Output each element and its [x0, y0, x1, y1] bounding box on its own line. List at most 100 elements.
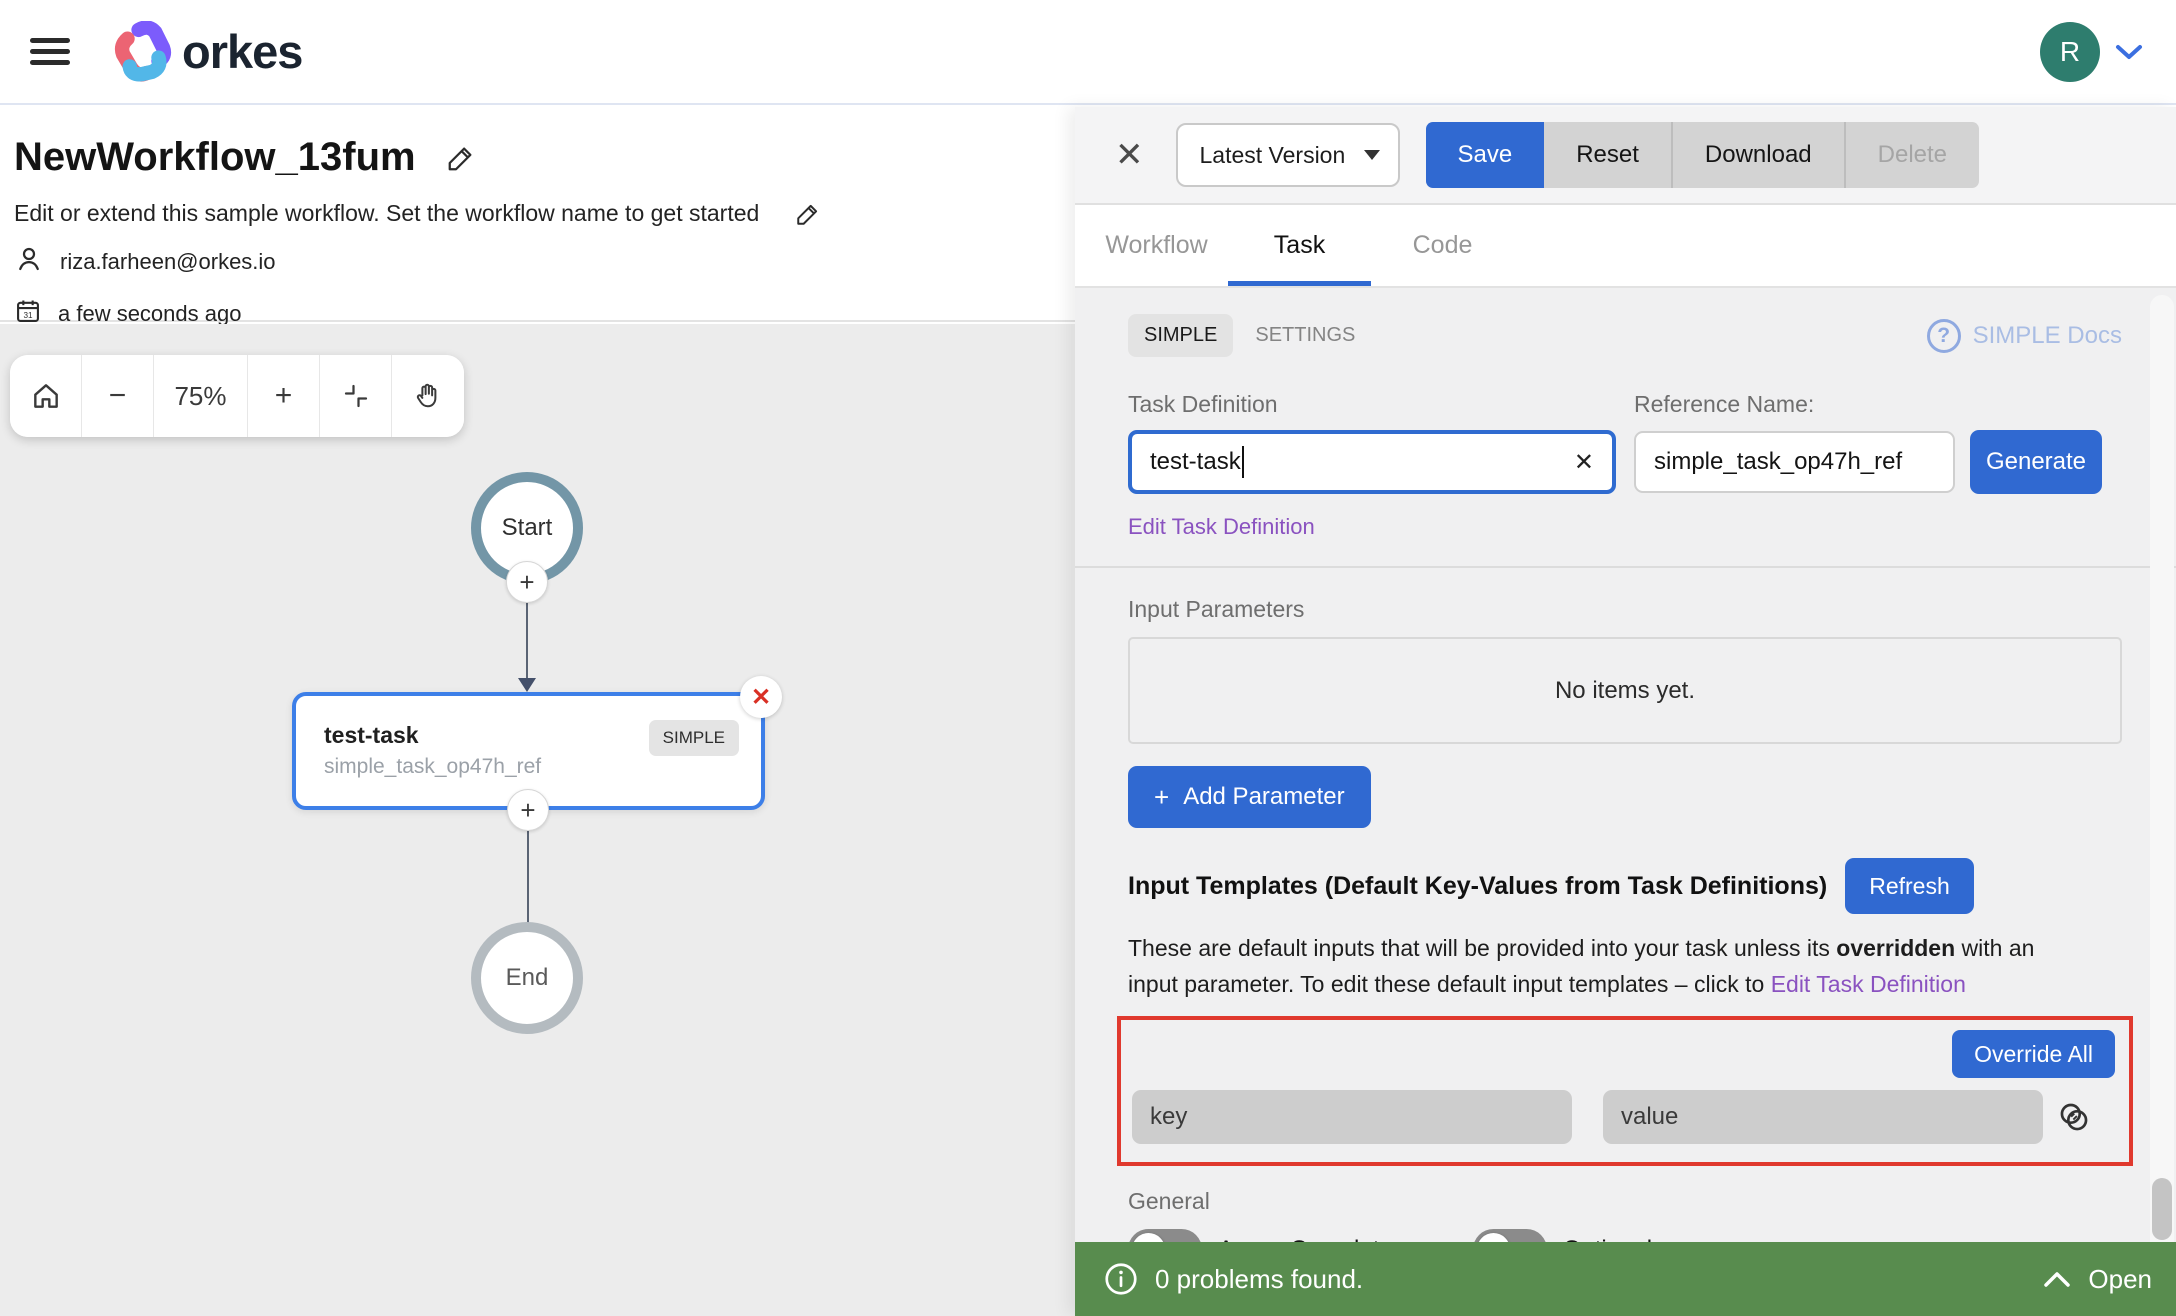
end-node[interactable]: End — [471, 922, 583, 1034]
task-config-panel: ✕ Latest Version Save Reset Download Del… — [1075, 107, 2176, 1316]
panel-tabs: Workflow Task Code — [1075, 205, 2176, 288]
refresh-button[interactable]: Refresh — [1845, 858, 1974, 914]
version-selector[interactable]: Latest Version — [1176, 123, 1400, 187]
override-link-icon[interactable] — [2055, 1098, 2093, 1136]
task-type-badge: SIMPLE — [649, 720, 739, 756]
input-templates-heading: Input Templates (Default Key-Values from… — [1128, 872, 1827, 901]
avatar-initial: R — [2060, 36, 2080, 68]
override-all-button[interactable]: Override All — [1952, 1030, 2115, 1078]
general-label: General — [1128, 1188, 2122, 1215]
description-bold: overridden — [1836, 935, 1955, 961]
fit-view-button[interactable] — [320, 355, 392, 437]
subtab-settings[interactable]: SETTINGS — [1255, 324, 1355, 347]
end-node-label: End — [506, 964, 549, 992]
save-button[interactable]: Save — [1426, 122, 1545, 188]
plus-icon: + — [520, 795, 535, 826]
reference-name-label: Reference Name: — [1634, 391, 2122, 418]
logo-text: orkes — [182, 24, 302, 79]
panel-content: SIMPLE SETTINGS ? SIMPLE Docs Task Defin… — [1075, 290, 2176, 1242]
tab-code[interactable]: Code — [1371, 205, 1514, 286]
close-icon: ✕ — [751, 683, 771, 712]
problems-status-bar: 0 problems found. Open — [1075, 1242, 2176, 1316]
input-templates-description: These are default inputs that will be pr… — [1128, 930, 2088, 1002]
plus-icon: + — [275, 379, 293, 413]
add-task-after-task-button[interactable]: + — [507, 789, 549, 831]
zoom-out-button[interactable]: − — [82, 355, 154, 437]
reference-name-input[interactable] — [1634, 431, 1955, 493]
workflow-subtitle: Edit or extend this sample workflow. Set… — [14, 200, 759, 227]
problems-message: 0 problems found. — [1155, 1264, 1363, 1295]
plus-icon: + — [1154, 782, 1169, 813]
input-parameters-empty: No items yet. — [1128, 637, 2122, 744]
edit-title-pencil-icon[interactable] — [446, 143, 476, 173]
home-fit-button[interactable] — [10, 355, 82, 437]
workflow-info: NewWorkflow_13fum Edit or extend this sa… — [0, 107, 1075, 322]
svg-text:31: 31 — [23, 311, 33, 320]
workflow-actions: Save Reset Download Delete — [1426, 122, 1980, 188]
owner-email: riza.farheen@orkes.io — [60, 249, 276, 275]
task-node-ref: simple_task_op47h_ref — [324, 755, 761, 779]
empty-text: No items yet. — [1555, 677, 1695, 705]
open-label: Open — [2088, 1264, 2152, 1295]
clear-input-icon[interactable]: ✕ — [1574, 448, 1594, 477]
chevron-down-icon — [1364, 150, 1380, 160]
workflow-canvas[interactable]: − 75% + Start + test-task simple_task_op… — [0, 324, 1075, 1316]
orkes-logo-icon — [112, 21, 174, 83]
remove-task-button[interactable]: ✕ — [740, 676, 782, 718]
edit-description-pencil-icon[interactable] — [795, 201, 821, 227]
start-node-label: Start — [502, 514, 553, 542]
open-problems-button[interactable]: Open — [2042, 1264, 2152, 1295]
add-task-after-start-button[interactable]: + — [506, 561, 548, 603]
optional-toggle[interactable] — [1473, 1229, 1547, 1242]
subtab-simple[interactable]: SIMPLE — [1128, 314, 1233, 357]
template-value-input — [1603, 1090, 2043, 1144]
edit-task-definition-link[interactable]: Edit Task Definition — [1128, 514, 1315, 540]
description-text: These are default inputs that will be pr… — [1128, 935, 1836, 961]
download-button[interactable]: Download — [1671, 122, 1844, 188]
avatar[interactable]: R — [2040, 22, 2100, 82]
top-bar: orkes R — [0, 0, 2176, 105]
async-complete-toggle[interactable] — [1128, 1229, 1202, 1242]
generate-button[interactable]: Generate — [1970, 430, 2102, 494]
delete-button: Delete — [1844, 122, 1979, 188]
zoom-in-button[interactable]: + — [248, 355, 320, 437]
orkes-logo: orkes — [112, 21, 302, 83]
plus-icon: + — [519, 567, 534, 598]
template-key-input — [1132, 1090, 1572, 1144]
question-icon: ? — [1927, 319, 1961, 353]
fit-view-icon — [341, 381, 371, 411]
tab-task[interactable]: Task — [1228, 205, 1371, 286]
input-templates-highlight-box: Override All — [1117, 1016, 2133, 1166]
arrowhead-icon — [518, 678, 536, 692]
workflow-title: NewWorkflow_13fum — [14, 135, 416, 180]
person-icon — [14, 244, 44, 280]
simple-docs-link[interactable]: ? SIMPLE Docs — [1927, 319, 2122, 353]
reset-button[interactable]: Reset — [1544, 122, 1671, 188]
task-definition-label: Task Definition — [1128, 391, 1278, 418]
hand-icon — [413, 381, 443, 411]
pan-tool-button[interactable] — [392, 355, 464, 437]
task-definition-value: test-task — [1150, 448, 1241, 476]
chevron-up-icon — [2042, 1268, 2072, 1290]
tab-workflow[interactable]: Workflow — [1085, 205, 1228, 286]
add-parameter-button[interactable]: + Add Parameter — [1128, 766, 1371, 828]
input-parameters-label: Input Parameters — [1128, 596, 2122, 623]
section-divider — [1075, 566, 2176, 568]
panel-scrollbar[interactable] — [2150, 295, 2174, 1242]
minus-icon: − — [109, 379, 127, 413]
account-chevron-down-icon[interactable] — [2114, 42, 2144, 62]
hamburger-menu-icon[interactable] — [30, 32, 70, 71]
close-panel-icon[interactable]: ✕ — [1115, 135, 1144, 175]
home-icon — [30, 380, 62, 412]
edge-task-end — [527, 831, 529, 924]
add-parameter-label: Add Parameter — [1183, 783, 1344, 811]
edge-start-task — [526, 603, 528, 679]
canvas-toolbar: − 75% + — [10, 355, 464, 437]
task-definition-input[interactable]: test-task ✕ — [1128, 430, 1616, 494]
panel-header: ✕ Latest Version Save Reset Download Del… — [1075, 107, 2176, 205]
info-icon — [1103, 1261, 1139, 1297]
edit-task-definition-inline-link[interactable]: Edit Task Definition — [1771, 971, 1966, 997]
simple-docs-label: SIMPLE Docs — [1973, 322, 2122, 350]
scrollbar-thumb[interactable] — [2152, 1178, 2172, 1240]
text-cursor — [1242, 446, 1244, 478]
